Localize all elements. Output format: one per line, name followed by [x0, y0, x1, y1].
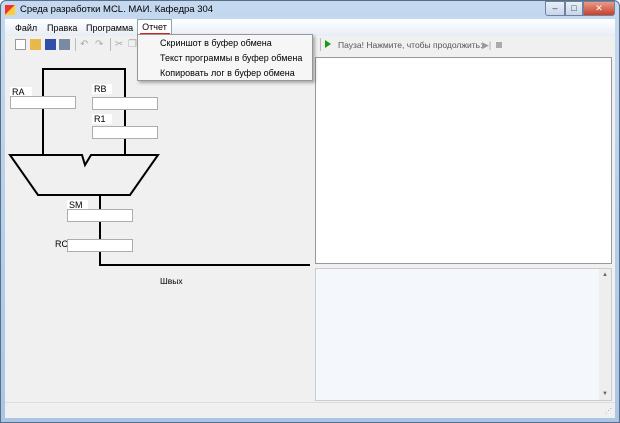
log-scrollbar[interactable]: ▲ ▼: [599, 269, 611, 400]
pause-status-text: Пауза! Нажмите, чтобы продолжить:: [338, 40, 483, 50]
r1-label: R1: [92, 114, 112, 124]
resize-grip-icon[interactable]: ⋰: [605, 407, 612, 415]
menu-item-screenshot[interactable]: Скриншот в буфер обмена: [160, 38, 272, 48]
stop-icon[interactable]: [496, 42, 502, 48]
minimize-button[interactable]: –: [545, 1, 565, 16]
ra-field[interactable]: [10, 96, 76, 109]
menu-item-copy-program[interactable]: Текст программы в буфер обмена: [160, 53, 302, 63]
rb-label: RB: [92, 84, 112, 94]
close-button[interactable]: ✕: [583, 1, 615, 16]
menu-item-copy-log[interactable]: Копировать лог в буфер обмена: [160, 68, 295, 78]
toolbar-separator: [320, 38, 321, 51]
log-area[interactable]: ▲ ▼: [315, 268, 612, 401]
maximize-button[interactable]: □: [565, 1, 583, 16]
sm-field[interactable]: [67, 209, 133, 222]
output-label: Швых: [160, 276, 183, 286]
rb-field[interactable]: [92, 97, 158, 110]
program-text-area[interactable]: [315, 57, 612, 264]
step-icon[interactable]: ▶|: [482, 40, 491, 51]
r1-field[interactable]: [92, 126, 158, 139]
status-bar: ⋰: [5, 402, 615, 418]
scroll-up-icon[interactable]: ▲: [599, 272, 611, 278]
play-icon[interactable]: [325, 40, 331, 48]
report-dropdown-menu: Скриншот в буфер обмена Текст программы …: [137, 34, 313, 81]
scroll-down-icon[interactable]: ▼: [599, 391, 611, 397]
rc-field[interactable]: [67, 239, 133, 252]
